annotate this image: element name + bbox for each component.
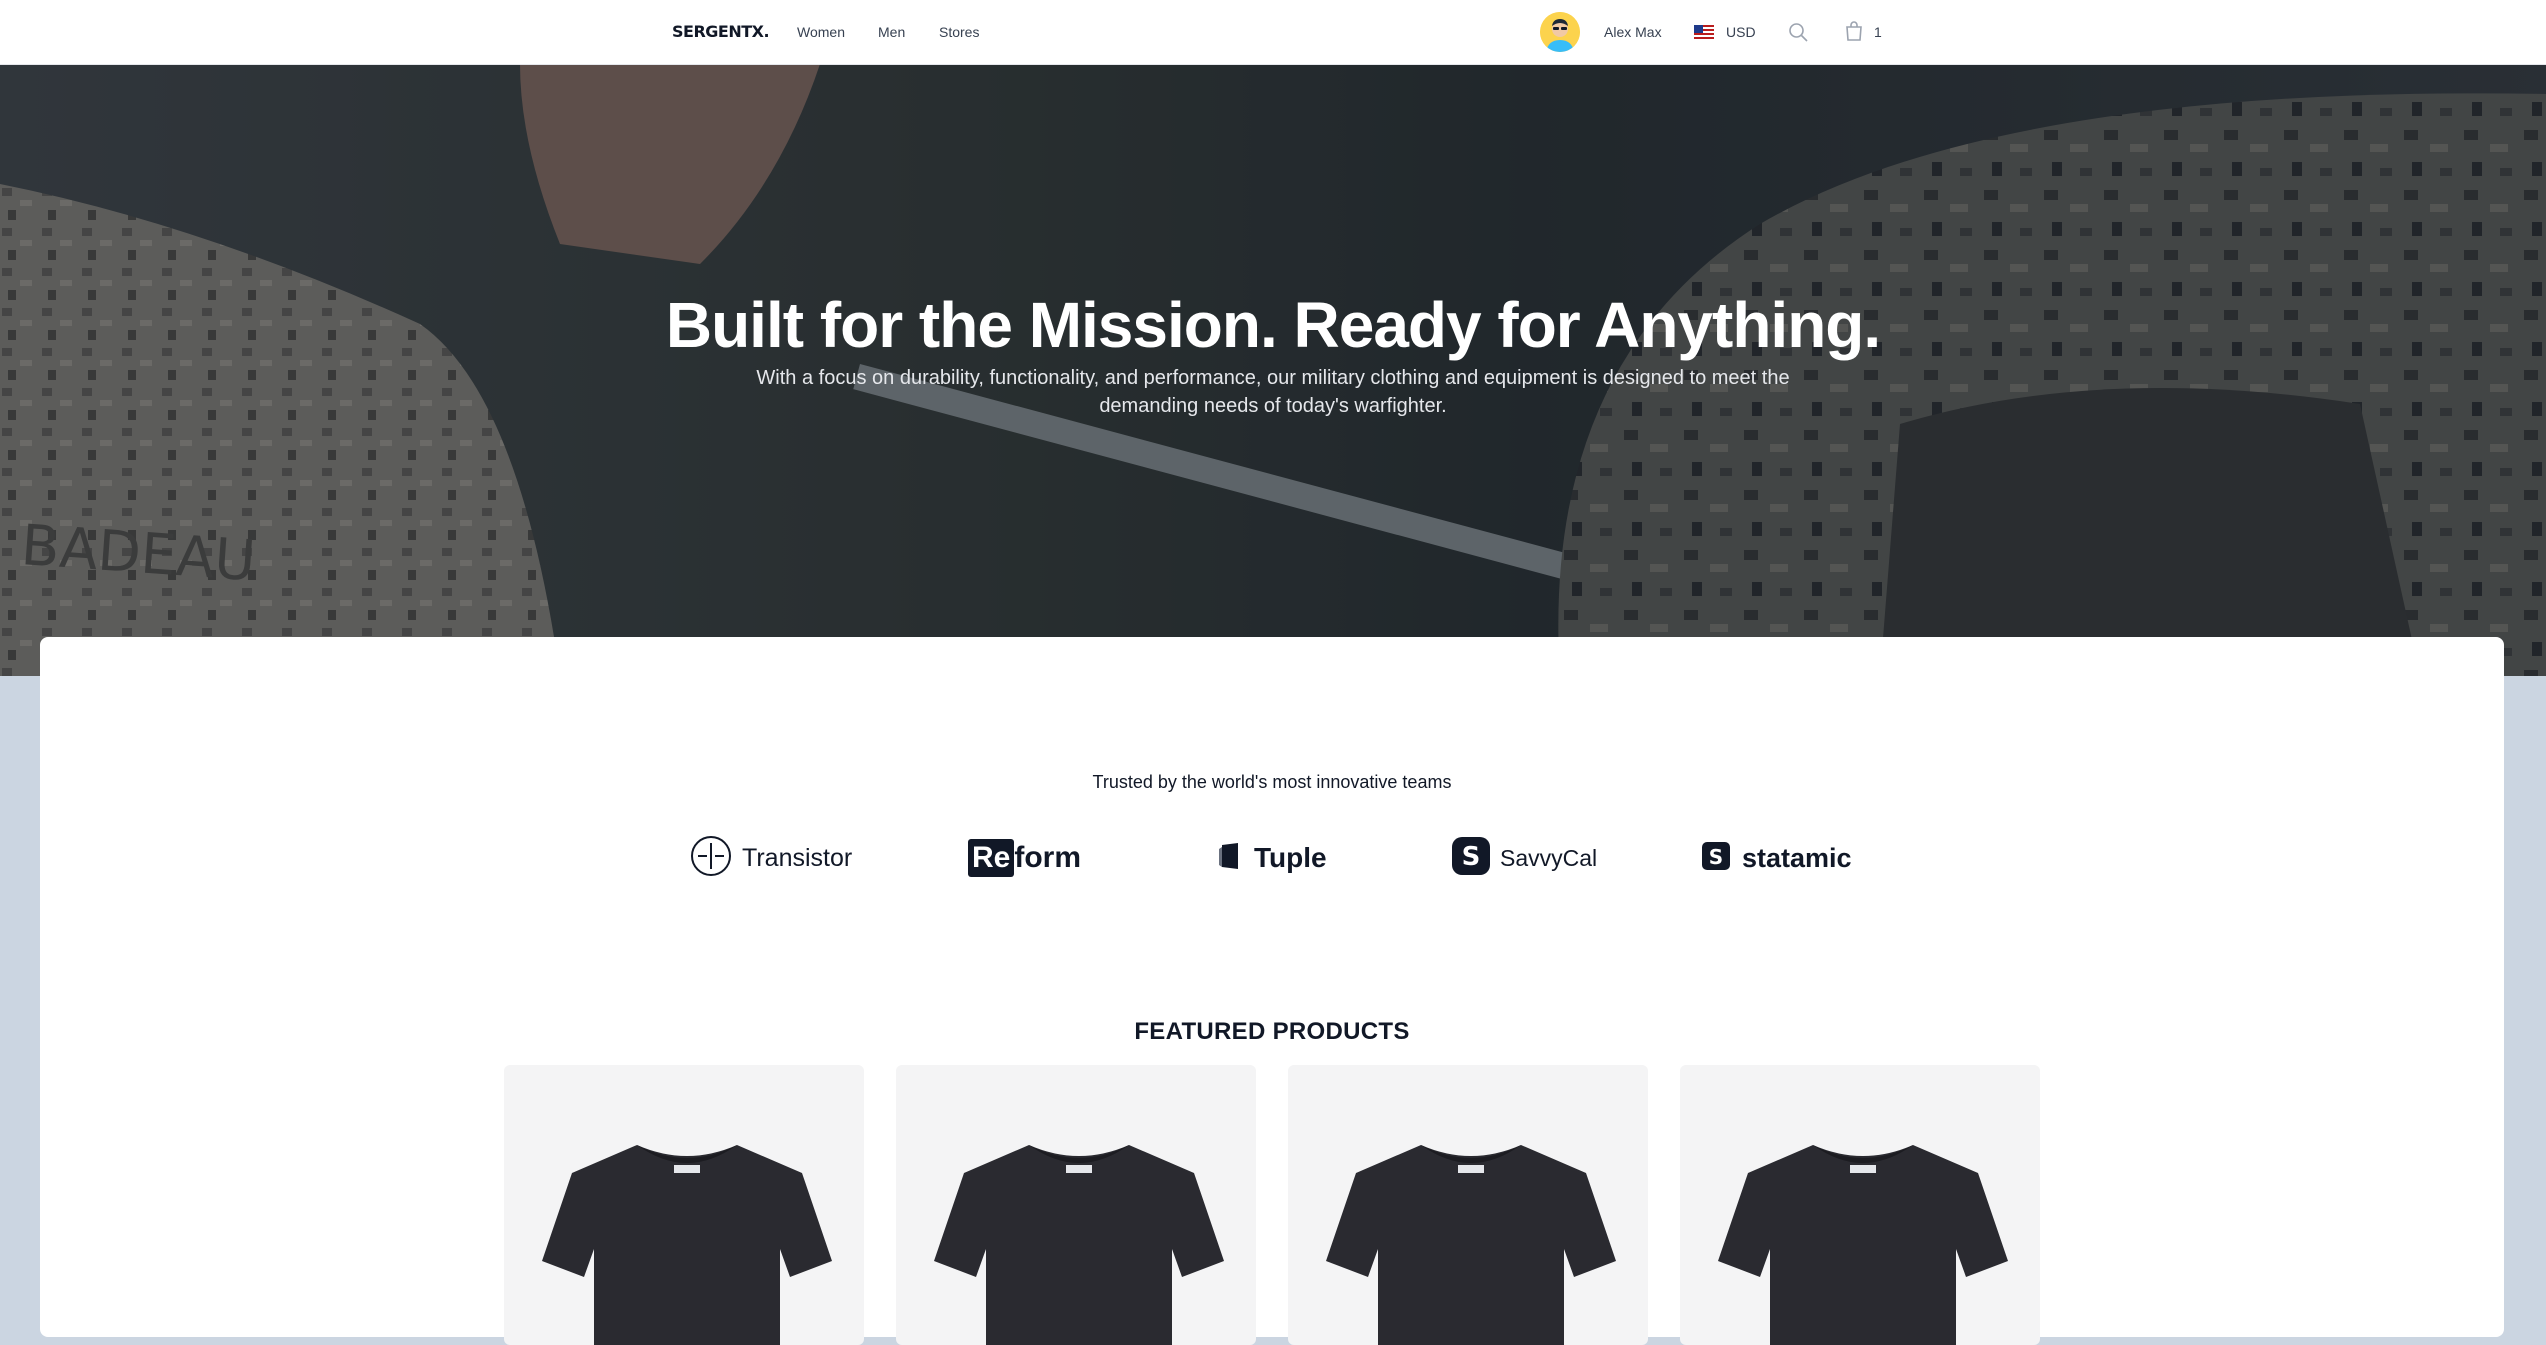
hero-title: Built for the Mission. Ready for Anythin… (665, 289, 1881, 361)
search-icon[interactable] (1786, 20, 1810, 44)
product-card[interactable] (1288, 1065, 1648, 1345)
statamic-logo-icon: S (1700, 840, 1732, 877)
featured-products-heading: FEATURED PRODUCTS (1134, 1018, 1410, 1045)
nav-link-stores[interactable]: Stores (939, 20, 979, 44)
product-card[interactable] (504, 1065, 864, 1345)
nav-link-men[interactable]: Men (878, 20, 905, 44)
brand-name: Tuple (1254, 842, 1327, 873)
transistor-logo-icon (690, 835, 732, 882)
brand-logo-statamic: S statamic (1700, 835, 1852, 881)
tshirt-image (934, 1145, 1224, 1345)
top-navigation: SERGENTX. Women Men Stores Alex Max USD (0, 0, 2546, 65)
savvycal-logo-icon: S (1452, 836, 1490, 880)
brand-logo-transistor: Transistor (690, 835, 852, 881)
brand-name: SavvyCal (1500, 844, 1598, 871)
currency-selector[interactable]: USD (1726, 20, 1756, 44)
user-name[interactable]: Alex Max (1604, 20, 1662, 44)
brand-logo-reform: Re form (968, 835, 1081, 881)
product-card[interactable] (896, 1065, 1256, 1345)
tshirt-image (1326, 1145, 1616, 1345)
reform-logo-icon: Re form (968, 839, 1081, 877)
brand-name: statamic (1742, 842, 1852, 873)
hero-subtitle: With a focus on durability, functionalit… (756, 367, 1790, 417)
brand-logo-tuple: Tuple (1218, 835, 1327, 881)
svg-text:S: S (1709, 845, 1723, 869)
brand-logo[interactable]: SERGENTX. (672, 20, 770, 44)
brand-logo-savvycal: S SavvyCal (1452, 835, 1597, 881)
hero-banner: BADEAU Built for the Mission. Ready for … (0, 64, 2546, 676)
product-card[interactable] (1680, 1065, 2040, 1345)
nav-link-women[interactable]: Women (797, 20, 845, 44)
brand-name: Transistor (742, 843, 853, 872)
shopping-bag-icon[interactable] (1842, 19, 1866, 43)
svg-text:S: S (1462, 842, 1481, 872)
trusted-heading: Trusted by the world's most innovative t… (1092, 772, 1452, 792)
us-flag-icon[interactable] (1694, 25, 1714, 39)
cart-count[interactable]: 1 (1874, 20, 1882, 44)
content-card: Trusted by the world's most innovative t… (40, 637, 2504, 1345)
tuple-logo-icon (1218, 841, 1244, 876)
user-avatar[interactable] (1540, 12, 1580, 52)
tshirt-image (1718, 1145, 2008, 1345)
tshirt-image (542, 1145, 832, 1345)
